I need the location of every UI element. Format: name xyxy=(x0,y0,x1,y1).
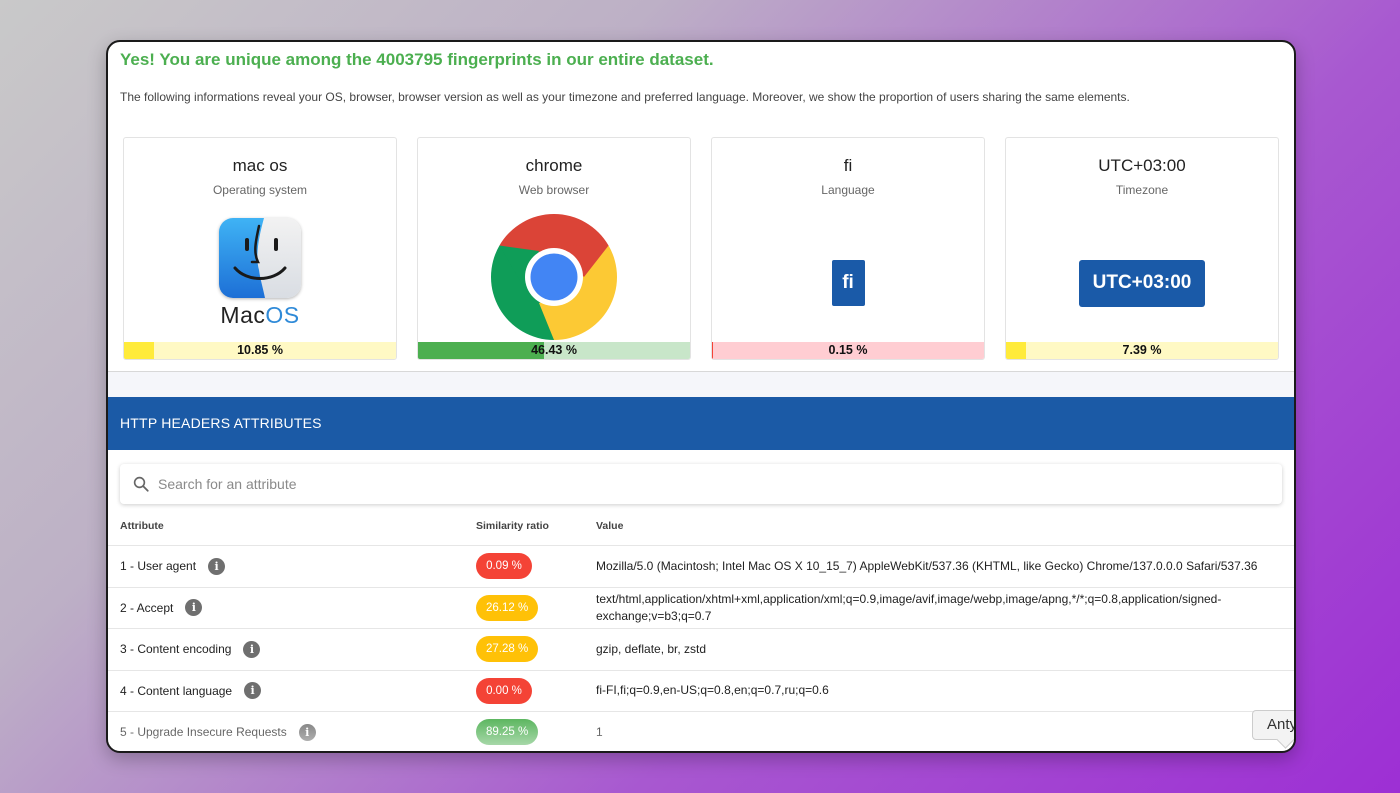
info-icon[interactable]: i xyxy=(208,557,226,575)
attribute-value: text/html,application/xhtml+xml,applicat… xyxy=(596,591,1222,623)
macos-logo: MacOS xyxy=(124,208,396,338)
attribute-value: Mozilla/5.0 (Macintosh; Intel Mac OS X 1… xyxy=(596,558,1258,573)
similarity-ratio-pill: 89.25 % xyxy=(476,719,539,746)
unique-heading: Yes! You are unique among the 4003795 fi… xyxy=(120,50,714,69)
summary-cards: mac os Operating system MacOS 10.85 % ch… xyxy=(123,137,1283,361)
card-value: mac os xyxy=(232,156,288,175)
share-percent: 7.39 % xyxy=(1122,343,1162,357)
table-row: 4 - Content language i 0.00 % fi-FI,fi;q=… xyxy=(108,671,1294,712)
timezone-badge-wrap: UTC+03:00 xyxy=(1006,218,1278,348)
share-bar: 10.85 % xyxy=(124,342,396,359)
share-bar: 0.15 % xyxy=(712,342,984,359)
table-row: 3 - Content encoding i 27.28 % gzip, defl… xyxy=(108,629,1294,671)
column-header-attribute[interactable]: Attribute xyxy=(120,520,164,532)
browser-window: Yes! You are unique among the 4003795 fi… xyxy=(106,40,1296,753)
attribute-search-box[interactable] xyxy=(120,464,1282,504)
card-label: Language xyxy=(821,183,875,197)
share-bar: 46.43 % xyxy=(418,342,690,359)
section-divider xyxy=(108,371,1294,397)
card-value: UTC+03:00 xyxy=(1098,156,1186,175)
http-headers-section-title: HTTP HEADERS ATTRIBUTES xyxy=(108,397,1294,450)
table-row: 5 - Upgrade Insecure Requests i 89.25 % 1 xyxy=(108,712,1294,751)
language-badge: fi xyxy=(831,260,865,306)
attribute-value: gzip, deflate, br, zstd xyxy=(596,641,707,656)
share-percent: 46.43 % xyxy=(531,343,577,357)
language-badge-wrap: fi xyxy=(712,218,984,348)
table-row: 1 - User agent i 0.09 % Mozilla/5.0 (Maci… xyxy=(108,546,1294,588)
column-header-value[interactable]: Value xyxy=(596,520,623,532)
info-icon[interactable]: i xyxy=(298,723,316,741)
info-icon[interactable]: i xyxy=(244,682,262,700)
column-header-similarity[interactable]: Similarity ratio xyxy=(476,520,549,532)
floating-tooltip[interactable]: Antyk xyxy=(1252,710,1294,740)
attribute-name: 2 - Accept xyxy=(120,600,174,615)
attribute-name: 4 - Content language xyxy=(120,683,233,698)
card-web-browser: chrome Web browser 46.43 % xyxy=(417,137,691,360)
card-value: fi xyxy=(843,156,853,175)
card-timezone: UTC+03:00 Timezone UTC+03:00 7.39 % xyxy=(1005,137,1279,360)
attribute-value: 1 xyxy=(596,724,603,739)
share-percent: 10.85 % xyxy=(237,343,283,357)
similarity-ratio-pill: 26.12 % xyxy=(476,594,539,621)
intro-text: The following informations reveal your O… xyxy=(120,90,1130,104)
card-language: fi Language fi 0.15 % xyxy=(711,137,985,360)
search-icon xyxy=(133,476,149,492)
similarity-ratio-pill: 27.28 % xyxy=(476,636,539,663)
info-icon[interactable]: i xyxy=(243,640,261,658)
macos-finder-icon xyxy=(219,217,301,298)
macos-logo-text: MacOS xyxy=(220,301,300,328)
card-label: Timezone xyxy=(1115,183,1169,197)
attributes-table: Attribute Similarity ratio Value 1 - Use… xyxy=(108,508,1294,751)
attribute-search-input[interactable] xyxy=(158,476,1058,492)
attribute-name: 3 - Content encoding xyxy=(120,642,232,657)
card-operating-system: mac os Operating system MacOS 10.85 % xyxy=(123,137,397,360)
table-row: 2 - Accept i 26.12 % text/html,applicatio… xyxy=(108,588,1294,629)
share-percent: 0.15 % xyxy=(828,343,868,357)
timezone-badge: UTC+03:00 xyxy=(1079,259,1205,307)
attribute-name: 5 - Upgrade Insecure Requests xyxy=(120,725,287,740)
card-label: Web browser xyxy=(518,183,590,197)
info-icon[interactable]: i xyxy=(185,599,203,617)
card-value: chrome xyxy=(525,156,583,175)
attribute-name: 1 - User agent xyxy=(120,559,197,574)
attribute-value: fi-FI,fi;q=0.9,en-US;q=0.8,en;q=0.7,ru;q… xyxy=(596,683,829,698)
table-header: Attribute Similarity ratio Value xyxy=(108,508,1294,546)
card-label: Operating system xyxy=(212,183,308,197)
share-bar: 7.39 % xyxy=(1006,342,1278,359)
similarity-ratio-pill: 0.09 % xyxy=(476,553,532,580)
chrome-logo-icon xyxy=(418,212,690,342)
similarity-ratio-pill: 0.00 % xyxy=(476,677,532,704)
